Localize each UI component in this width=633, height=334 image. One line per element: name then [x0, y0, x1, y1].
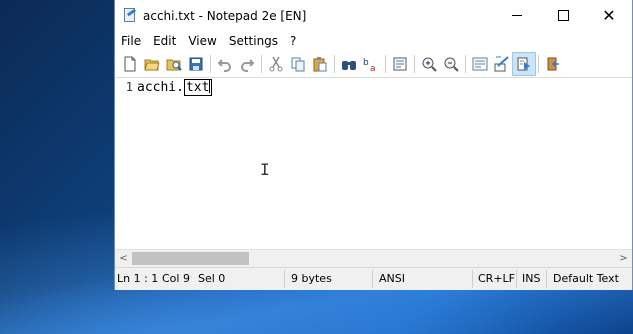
undo-icon [217, 59, 231, 72]
chevron-right-icon: > [619, 253, 628, 264]
svg-text:b: b [363, 58, 369, 68]
maximize-icon [557, 10, 569, 21]
status-encoding[interactable]: ANSI [379, 272, 405, 285]
replace-button[interactable]: ba [360, 53, 382, 75]
status-bar: Ln 1 : 1 Col 9 Sel 0 9 bytes ANSI CR+LF … [115, 267, 632, 290]
replace-icon: ba [363, 58, 376, 72]
status-divider [472, 270, 473, 288]
zoom-in-icon [422, 57, 437, 72]
status-selection: Sel 0 [198, 272, 226, 285]
status-divider [546, 270, 547, 288]
paste-icon [313, 57, 327, 72]
line-number: 1 [125, 80, 133, 94]
status-divider [284, 270, 285, 288]
text-editor[interactable]: 1 acchi. txt I [115, 78, 632, 249]
custom-scheme-icon [517, 57, 530, 71]
open-file-button[interactable] [141, 53, 163, 75]
scrollbar-thumb[interactable] [132, 252, 249, 265]
status-scheme[interactable]: Default Text [553, 272, 619, 285]
redo-button[interactable] [236, 53, 258, 75]
menu-file[interactable]: File [115, 34, 147, 48]
toolbar-separator [210, 55, 211, 73]
exit-icon [547, 57, 559, 71]
scroll-right-button[interactable]: > [615, 251, 632, 266]
exit-button[interactable] [542, 53, 564, 75]
custom-scheme-button[interactable] [512, 52, 536, 76]
zoom-out-button[interactable] [440, 53, 462, 75]
text-content: acchi. [137, 80, 184, 95]
browse-button[interactable] [163, 53, 185, 75]
new-file-button[interactable] [119, 53, 141, 75]
toolbar-separator [334, 55, 335, 73]
save-button[interactable] [185, 53, 207, 75]
toolbar-separator [538, 55, 539, 73]
line-number-gutter: 1 [115, 78, 135, 249]
paste-button[interactable] [309, 53, 331, 75]
new-file-icon [124, 56, 136, 72]
status-line-endings[interactable]: CR+LF [478, 272, 515, 285]
status-divider [372, 270, 373, 288]
scheme-button[interactable] [491, 53, 513, 75]
find-button[interactable] [338, 53, 360, 75]
status-size: 9 bytes [291, 272, 332, 285]
highlighted-text: txt [183, 79, 213, 96]
toolbar: ba [115, 51, 632, 78]
close-button[interactable]: ✕ [586, 0, 632, 31]
toolbar-separator [261, 55, 262, 73]
open-folder-icon [144, 59, 160, 71]
word-wrap-icon [472, 57, 488, 71]
browse-icon [166, 59, 182, 71]
find-icon [342, 61, 356, 70]
highlighted-text-content: txt [185, 80, 210, 95]
notepad-window: acchi.txt - Notepad 2e [EN] ✕ File Edit … [114, 0, 633, 290]
word-wrap-button[interactable] [469, 53, 491, 75]
save-icon [189, 57, 203, 71]
zoom-out-icon [444, 57, 459, 72]
scroll-left-button[interactable]: < [115, 251, 132, 266]
text-cursor-icon: I [260, 160, 270, 179]
menu-view[interactable]: View [182, 34, 222, 48]
minimize-icon [512, 15, 522, 16]
svg-text:a: a [370, 64, 376, 72]
copy-icon [291, 57, 305, 72]
toolbar-separator [465, 55, 466, 73]
close-icon: ✕ [602, 6, 616, 25]
redo-icon [241, 59, 255, 72]
minimize-button[interactable] [494, 0, 540, 31]
notepad-app-icon[interactable] [123, 8, 137, 23]
zoom-in-button[interactable] [418, 53, 440, 75]
status-insert-mode[interactable]: INS [522, 272, 540, 285]
goto-button[interactable] [389, 53, 411, 75]
horizontal-scrollbar[interactable]: < > [115, 249, 632, 267]
status-position: Ln 1 : 1 [117, 272, 159, 285]
window-title: acchi.txt - Notepad 2e [EN] [143, 8, 307, 23]
chevron-left-icon: < [119, 253, 128, 264]
cut-icon [269, 56, 283, 72]
copy-button[interactable] [287, 53, 309, 75]
goto-icon [393, 57, 407, 71]
toolbar-separator [414, 55, 415, 73]
menu-edit[interactable]: Edit [147, 34, 182, 48]
undo-button[interactable] [214, 53, 236, 75]
text-line[interactable]: acchi. txt [137, 79, 213, 96]
scheme-icon [494, 56, 509, 72]
title-bar[interactable]: acchi.txt - Notepad 2e [EN] ✕ [115, 0, 632, 31]
maximize-button[interactable] [540, 0, 586, 31]
menu-help[interactable]: ? [284, 34, 302, 48]
menu-bar: File Edit View Settings ? [115, 31, 632, 51]
toolbar-separator [385, 55, 386, 73]
text-caret [209, 79, 211, 93]
status-column: Col 9 [162, 272, 190, 285]
cut-button[interactable] [265, 53, 287, 75]
menu-settings[interactable]: Settings [223, 34, 284, 48]
status-divider [516, 270, 517, 288]
